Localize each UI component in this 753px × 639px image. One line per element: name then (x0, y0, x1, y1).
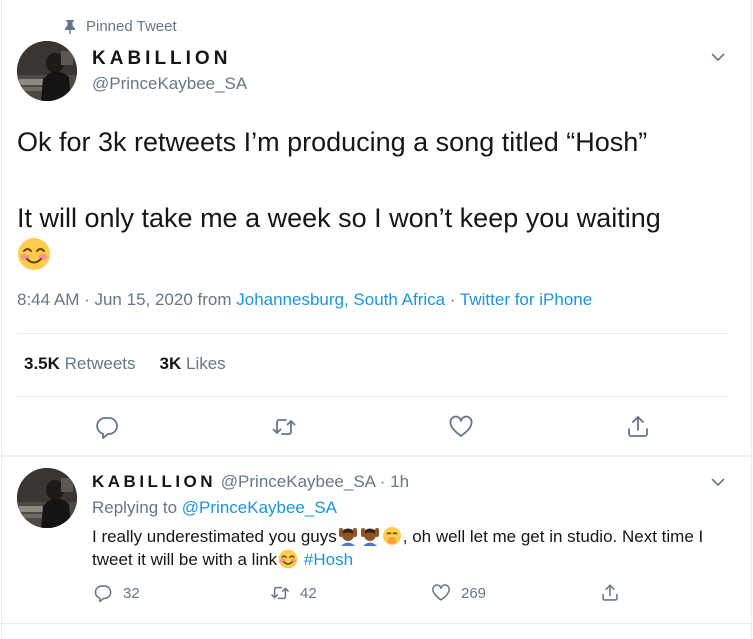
retweets-stat[interactable]: 3.5K Retweets (24, 354, 136, 374)
reply-share-button[interactable] (600, 583, 620, 603)
tweet-stats: 3.5K Retweets 3K Likes (24, 354, 226, 374)
reply-like-button[interactable]: 269 (431, 583, 486, 603)
chevron-down-icon[interactable] (710, 474, 726, 490)
reply-icon (94, 585, 112, 603)
reply-text: I really underestimated you guys, oh wel… (92, 525, 732, 571)
pinned-text: Pinned Tweet (86, 18, 177, 35)
meta-separator: · (445, 290, 460, 309)
user-handle[interactable]: @PrinceKaybee_SA (92, 74, 247, 94)
person-gesturing-emoji-icon (338, 526, 358, 546)
retweet-icon[interactable] (271, 414, 297, 440)
tweet-text-line-1: Ok for 3k retweets I’m producing a song … (17, 127, 648, 157)
replying-to-handle[interactable]: @PrinceKaybee_SA (182, 498, 337, 517)
hand-over-mouth-emoji-icon (382, 526, 402, 546)
retweet-count: 42 (300, 584, 317, 602)
reply-reply-button[interactable]: 32 (93, 583, 140, 603)
heart-icon (432, 584, 450, 601)
share-icon (602, 584, 618, 601)
reply-count: 32 (123, 584, 140, 602)
display-name[interactable]: KABILLION (92, 48, 231, 70)
smiling-face-emoji-icon (17, 237, 51, 271)
reply-icon[interactable] (94, 414, 120, 440)
like-count: 269 (461, 584, 487, 602)
reply-handle-time[interactable]: @PrinceKaybee_SA · 1h (221, 472, 409, 491)
pinned-label-row: Pinned Tweet (64, 18, 177, 35)
chevron-down-icon[interactable] (710, 49, 726, 65)
retweets-label: Retweets (64, 354, 136, 373)
heart-icon[interactable] (448, 414, 474, 440)
tweet-text-line-2: It will only take me a week so I won’t k… (17, 203, 661, 233)
reply-display-name[interactable]: KABILLION (92, 472, 216, 491)
hashtag-link[interactable]: #Hosh (304, 550, 353, 569)
likes-count: 3K (159, 354, 182, 373)
divider (17, 396, 728, 397)
tweet-separator (0, 455, 751, 457)
source-link[interactable]: Twitter for iPhone (460, 290, 592, 309)
likes-label: Likes (186, 354, 226, 373)
retweets-count: 3.5K (24, 354, 60, 373)
tweet-timestamp[interactable]: 8:44 AM · Jun 15, 2020 from (17, 290, 236, 309)
reply-header: KABILLION @PrinceKaybee_SA · 1h (92, 472, 409, 492)
share-icon[interactable] (625, 414, 651, 440)
avatar[interactable] (17, 41, 77, 101)
replying-prefix: Replying to (92, 498, 182, 517)
reply-text-part-1: I really underestimated you guys (92, 527, 337, 546)
tweet-meta: 8:44 AM · Jun 15, 2020 from Johannesburg… (17, 290, 592, 310)
replying-to: Replying to @PrinceKaybee_SA (92, 498, 337, 518)
smiling-face-emoji-icon (278, 549, 298, 569)
reply-retweet-button[interactable]: 42 (270, 583, 317, 603)
likes-stat[interactable]: 3K Likes (160, 354, 226, 374)
pin-icon (64, 19, 76, 34)
reply-avatar[interactable] (17, 468, 77, 528)
location-link[interactable]: Johannesburg, South Africa (236, 290, 445, 309)
retweet-icon (271, 586, 289, 600)
divider (17, 333, 728, 334)
tweet-separator (0, 623, 751, 624)
person-gesturing-emoji-icon (360, 526, 380, 546)
